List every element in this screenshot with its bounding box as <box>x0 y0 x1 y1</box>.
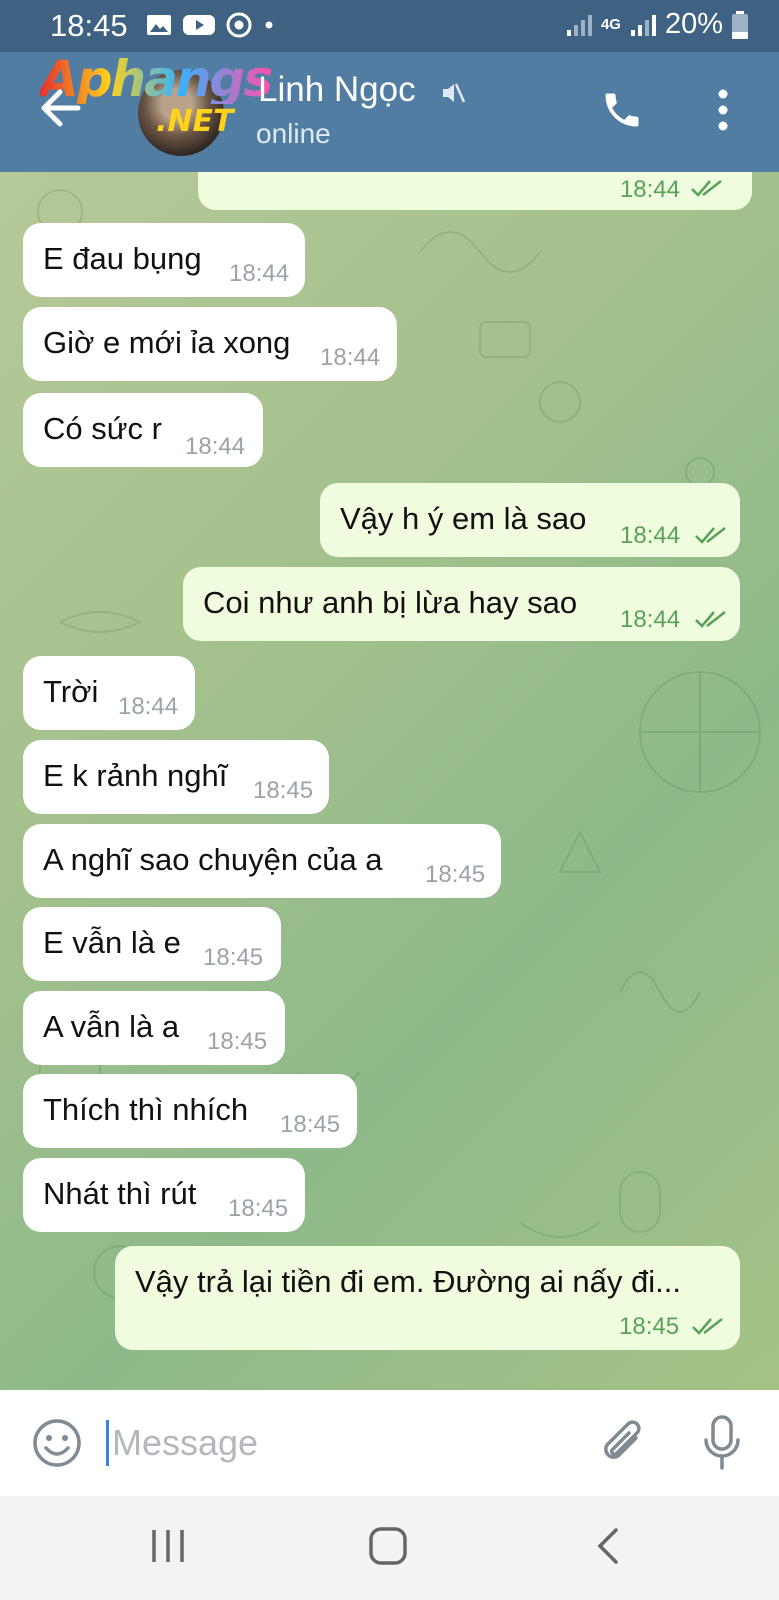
status-time: 18:45 <box>50 8 128 43</box>
message-outgoing[interactable]: Vậy h ý em là sao 18:44 <box>320 483 740 557</box>
signal-2-icon <box>630 14 656 36</box>
message-incoming[interactable]: Có sức r 18:44 <box>23 393 263 467</box>
message-text: E đau bụng <box>43 241 202 276</box>
message-incoming[interactable]: E k rảnh nghĩ 18:45 <box>23 740 329 814</box>
message-incoming[interactable]: A nghĩ sao chuyện của a 18:45 <box>23 824 501 898</box>
system-nav-bar <box>0 1496 779 1600</box>
text-caret <box>106 1420 109 1466</box>
message-incoming[interactable]: Nhát thì rút 18:45 <box>23 1158 305 1232</box>
read-ticks-icon <box>695 611 726 628</box>
status-bar: 18:45 4G 20% <box>0 0 779 52</box>
message-input-bar: Message <box>0 1390 779 1496</box>
message-incoming[interactable]: E đau bụng 18:44 <box>23 223 305 297</box>
message-time: 18:45 <box>619 1313 680 1340</box>
attach-icon[interactable] <box>598 1416 648 1470</box>
dot-icon <box>265 21 273 29</box>
message-input[interactable]: Message <box>112 1422 258 1464</box>
message-text: Vậy trả lại tiền đi em. Đường ai nấy đi.… <box>135 1264 681 1299</box>
message-time: 18:44 <box>320 344 381 371</box>
message-time: 18:44 <box>185 433 246 460</box>
telegram-chat-screen: 18:45 4G 20% Aphangs .NET Linh Ngọc onli… <box>0 0 779 1600</box>
message-text: Thích thì nhích <box>43 1092 249 1127</box>
message-time: 18:45 <box>203 944 264 971</box>
network-type: 4G <box>600 16 621 33</box>
message-time: 18:44 <box>229 260 290 287</box>
home-icon[interactable] <box>368 1526 408 1566</box>
message-time: 18:45 <box>253 777 314 804</box>
message-text: Giờ e mới ỉa xong <box>43 325 291 360</box>
watermark-logo-suffix: .NET <box>156 104 234 139</box>
message-outgoing[interactable]: Vậy trả lại tiền đi em. Đường ai nấy đi.… <box>115 1246 740 1350</box>
emoji-icon[interactable] <box>32 1418 82 1468</box>
message-time: 18:44 <box>620 522 681 549</box>
message-outgoing[interactable]: 18:44 <box>198 172 752 210</box>
mute-icon <box>443 83 466 103</box>
youtube-icon <box>183 15 215 35</box>
contact-status: online <box>256 118 331 149</box>
message-text: E vẫn là e <box>43 925 181 960</box>
message-text: A nghĩ sao chuyện của a <box>43 842 383 877</box>
read-ticks-icon <box>692 1318 723 1335</box>
read-ticks-icon <box>691 180 722 197</box>
message-text: E k rảnh nghĩ <box>43 758 228 793</box>
message-outgoing[interactable]: Coi như anh bị lừa hay sao 18:44 <box>183 567 740 641</box>
message-time: 18:45 <box>425 861 486 888</box>
message-time: 18:45 <box>228 1195 289 1222</box>
recent-apps-icon[interactable] <box>150 1526 186 1566</box>
message-text: A vẫn là a <box>43 1009 180 1044</box>
gallery-icon <box>147 15 171 35</box>
message-time: 18:44 <box>619 176 680 203</box>
message-text: Có sức r <box>43 411 162 446</box>
chrome-icon <box>226 12 252 38</box>
message-incoming[interactable]: Thích thì nhích 18:45 <box>23 1074 357 1148</box>
message-time: 18:44 <box>118 693 179 720</box>
message-time: 18:44 <box>620 606 681 633</box>
nav-back-icon[interactable] <box>594 1526 620 1566</box>
more-vert-icon[interactable] <box>716 88 730 132</box>
message-incoming[interactable]: E vẫn là e 18:45 <box>23 907 281 981</box>
message-incoming[interactable]: Trời 18:44 <box>23 656 195 730</box>
chat-header: Aphangs .NET Linh Ngọc online <box>0 52 779 172</box>
notification-icons <box>146 12 276 38</box>
mic-icon[interactable] <box>702 1414 742 1472</box>
phone-icon[interactable] <box>600 88 644 132</box>
message-text: Nhát thì rút <box>43 1176 197 1211</box>
message-text: Coi như anh bị lừa hay sao <box>203 585 578 620</box>
message-text: Trời <box>43 674 99 709</box>
message-incoming[interactable]: A vẫn là a 18:45 <box>23 991 285 1065</box>
read-ticks-icon <box>695 527 726 544</box>
contact-name[interactable]: Linh Ngọc <box>258 70 416 110</box>
message-text: Vậy h ý em là sao <box>340 501 587 536</box>
status-right: 4G 20% <box>565 8 749 41</box>
watermark-logo: Aphangs <box>40 50 273 108</box>
message-time: 18:45 <box>280 1111 341 1138</box>
message-time: 18:45 <box>207 1028 268 1055</box>
signal-1-icon <box>566 14 592 36</box>
message-incoming[interactable]: Giờ e mới ỉa xong 18:44 <box>23 307 397 381</box>
battery-percent: 20% <box>664 8 723 40</box>
battery-icon <box>732 10 748 39</box>
chat-messages[interactable]: 18:44 E đau bụng 18:44 Giờ e mới ỉa xong… <box>0 172 779 1390</box>
